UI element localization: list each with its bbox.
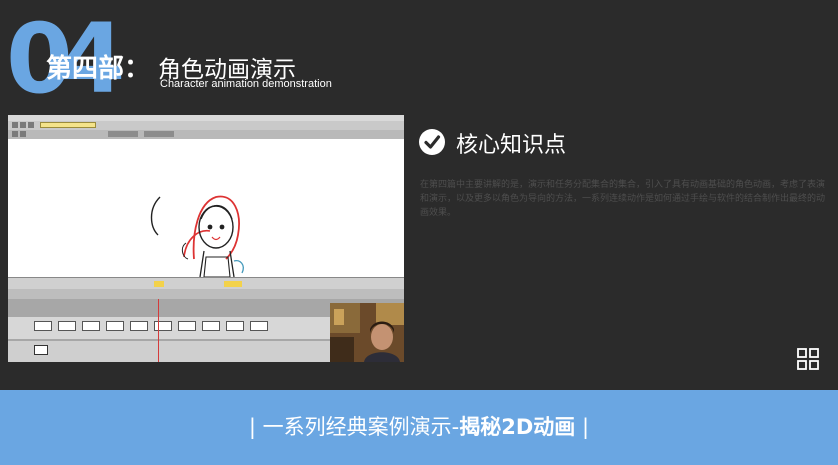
toolbar-button-icon	[12, 131, 18, 137]
toolbar-button-icon	[108, 131, 138, 137]
playhead[interactable]	[158, 299, 159, 362]
knowledge-description: 在第四篇中主要讲解的是，演示和任务分配集合的集合，引入了具有动画基础的角色动画，…	[420, 180, 826, 218]
section-subtitle: Character animation demonstration	[160, 78, 332, 90]
drawing-canvas	[8, 139, 404, 278]
main-area: 04 第四部： 角色动画演示 Character animation demon…	[0, 0, 838, 390]
timeline-ruler[interactable]	[8, 277, 404, 289]
footer-text-suffix: |	[575, 415, 590, 439]
grid-icon[interactable]	[797, 348, 819, 370]
timeline-frame	[250, 321, 268, 331]
toolbar-button-icon	[28, 122, 34, 128]
footer-text-prefix: | 一系列经典案例演示-	[248, 415, 460, 439]
timeline-frame	[34, 321, 52, 331]
toolbar-button-icon	[20, 122, 26, 128]
timeline-frame	[202, 321, 220, 331]
knowledge-heading: 核心知识点	[456, 133, 567, 158]
app-toolbar	[8, 121, 404, 130]
toolbar-button-icon	[144, 131, 174, 137]
timeline-frame	[82, 321, 100, 331]
demo-video[interactable]	[8, 115, 404, 362]
footer-text: | 一系列经典案例演示-揭秘2D动画 |	[0, 390, 838, 465]
toolbar-button-icon	[12, 122, 18, 128]
check-circle-icon	[419, 129, 445, 155]
ruler-marker	[224, 281, 242, 287]
timeline-track	[8, 341, 338, 362]
timeline-frame	[58, 321, 76, 331]
ruler-marker	[154, 281, 164, 287]
playback-controls[interactable]	[8, 289, 404, 299]
app-dropdown	[40, 122, 96, 128]
timeline-frame	[130, 321, 148, 331]
timeline-frame	[106, 321, 124, 331]
timeline-thumbnail	[34, 345, 48, 355]
presenter-photo	[330, 303, 404, 362]
character-sketch	[150, 195, 244, 278]
app-toolbar-secondary	[8, 130, 404, 139]
toolbar-button-icon	[20, 131, 26, 137]
footer-banner: | 一系列经典案例演示-揭秘2D动画 |	[0, 390, 838, 465]
timeline-frame	[154, 321, 172, 331]
footer-text-bold: 揭秘2D动画	[459, 415, 576, 439]
webcam-overlay	[330, 303, 404, 362]
timeline-frame	[178, 321, 196, 331]
timeline-frame	[226, 321, 244, 331]
section-title-bold: 第四部：	[46, 54, 151, 84]
